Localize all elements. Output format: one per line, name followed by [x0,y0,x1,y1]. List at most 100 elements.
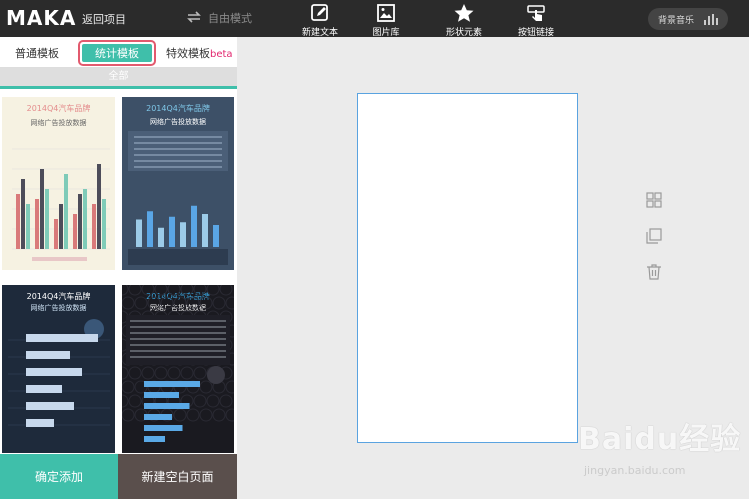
chart-bar [54,219,58,249]
hex-pattern [193,285,207,296]
chart-bar [144,436,165,442]
filter-all-label: 全部 [108,71,129,82]
new-blank-page-button[interactable]: 新建空白页面 [118,454,237,499]
chart-bar [64,174,68,249]
hex-pattern [160,296,174,310]
button-link-button[interactable]: 按钮链接 [506,3,566,38]
chart-bar [73,214,77,249]
equalizer-icon [704,13,718,25]
chart-bar [191,205,197,247]
chart-bar [213,225,219,247]
chart-bar [144,403,190,409]
template-card-4[interactable]: 2014Q4汽车品牌 网络广告投放数据 [122,285,234,453]
chart-bar [83,189,87,249]
hex-pattern [122,394,129,408]
filter-all[interactable]: 全部 [0,68,237,89]
template-chart [12,148,110,261]
hex-pattern [122,408,135,422]
free-mode-label: 自由模式 [208,12,252,25]
chart-bar [136,219,142,247]
free-mode-toggle[interactable]: 自由模式 [186,10,252,26]
button-link-label: 按钮链接 [517,28,554,38]
chart-bar [35,199,39,249]
tab-statistics-label: 统计模板 [82,44,152,62]
hex-pattern [141,366,155,380]
hex-pattern [167,285,181,296]
beta-badge: beta [210,49,233,60]
tab-normal-templates[interactable]: 普通模板 [15,45,59,61]
shape-elements-label: 形状元素 [445,28,482,38]
hex-pattern [219,394,233,408]
hex-pattern [134,296,148,310]
top-toolbar: MAKA 返回项目 自由模式 新建文本 图片库 形状元素 按钮链接 背景音乐 [0,0,749,38]
chart-bar [16,194,20,249]
confirm-add-button[interactable]: 确定添加 [0,454,118,499]
template-card-2[interactable]: 2014Q4汽车品牌 网络广告投放数据 [122,97,234,270]
chart-bar [144,414,172,420]
template-panel: 普通模板 统计模板 特效模板beta 全部 2014Q4汽车品牌 网络广告投放数… [0,37,237,499]
hex-pattern [206,285,220,296]
chart-bar [147,211,153,247]
hex-pattern [122,296,135,310]
page-canvas[interactable] [357,93,578,443]
hex-pattern [199,408,213,422]
chart-bar [59,204,63,249]
chart-bar [26,204,30,249]
chart-bar [169,216,175,247]
hex-pattern [219,285,233,296]
chart-bar [26,351,70,359]
hex-pattern [147,296,161,310]
hex-pattern [122,380,135,394]
template-footer [128,249,228,265]
baidu-watermark: Baidu经验 jingyan.baidu.com [578,408,748,498]
hex-pattern [180,366,194,380]
tab-effects-label: 特效模板 [166,47,210,60]
new-text-button[interactable]: 新建文本 [290,3,350,38]
grid-icon[interactable] [646,192,662,208]
chart-bar [97,164,101,249]
hex-pattern [173,408,187,422]
background-music-label: 背景音乐 [658,15,695,26]
chart-legend [32,257,87,261]
tab-statistics-templates[interactable]: 统计模板 [78,40,156,66]
chart-bar [40,169,44,249]
image-library-button[interactable]: 图片库 [356,3,416,38]
hex-pattern [141,285,155,296]
chart-bar [26,402,74,410]
chart-bar [144,392,179,398]
tab-effects-templates[interactable]: 特效模板beta [166,45,233,61]
hex-pattern [193,394,207,408]
chart-bar [180,222,186,247]
hex-pattern [225,408,234,422]
copy-icon[interactable] [646,228,662,244]
hex-pattern [122,285,129,296]
background-music-button[interactable]: 背景音乐 [648,8,728,30]
hex-pattern [186,296,200,310]
hex-pattern [154,366,168,380]
template-card-1[interactable]: 2014Q4汽车品牌 网络广告投放数据 [2,97,115,270]
template-card-3[interactable]: 2014Q4汽车品牌 网络广告投放数据 [2,285,115,453]
image-library-label: 图片库 [372,28,400,38]
watermark-text: Baidu经验 [578,422,742,457]
hex-pattern [199,296,213,310]
chart-bar [102,199,106,249]
chart-bar [144,381,200,387]
chart-bar [92,204,96,249]
trash-icon[interactable] [646,264,662,280]
back-to-project-link[interactable]: 返回项目 [82,11,126,27]
new-text-label: 新建文本 [301,28,338,38]
hex-pattern [199,380,213,394]
chart-bar [26,419,54,427]
edit-icon [309,3,331,23]
chart-bar [144,425,183,431]
hex-pattern [173,296,187,310]
shape-elements-button[interactable]: 形状元素 [434,3,494,38]
chart-bar [26,334,98,342]
chart-bar [26,385,62,393]
hex-pattern [122,366,129,380]
tab-normal-label: 普通模板 [15,47,59,60]
chart-bar [78,194,82,249]
hex-pattern [206,394,220,408]
watermark-url: jingyan.baidu.com [584,464,686,477]
hex-pattern [212,296,226,310]
